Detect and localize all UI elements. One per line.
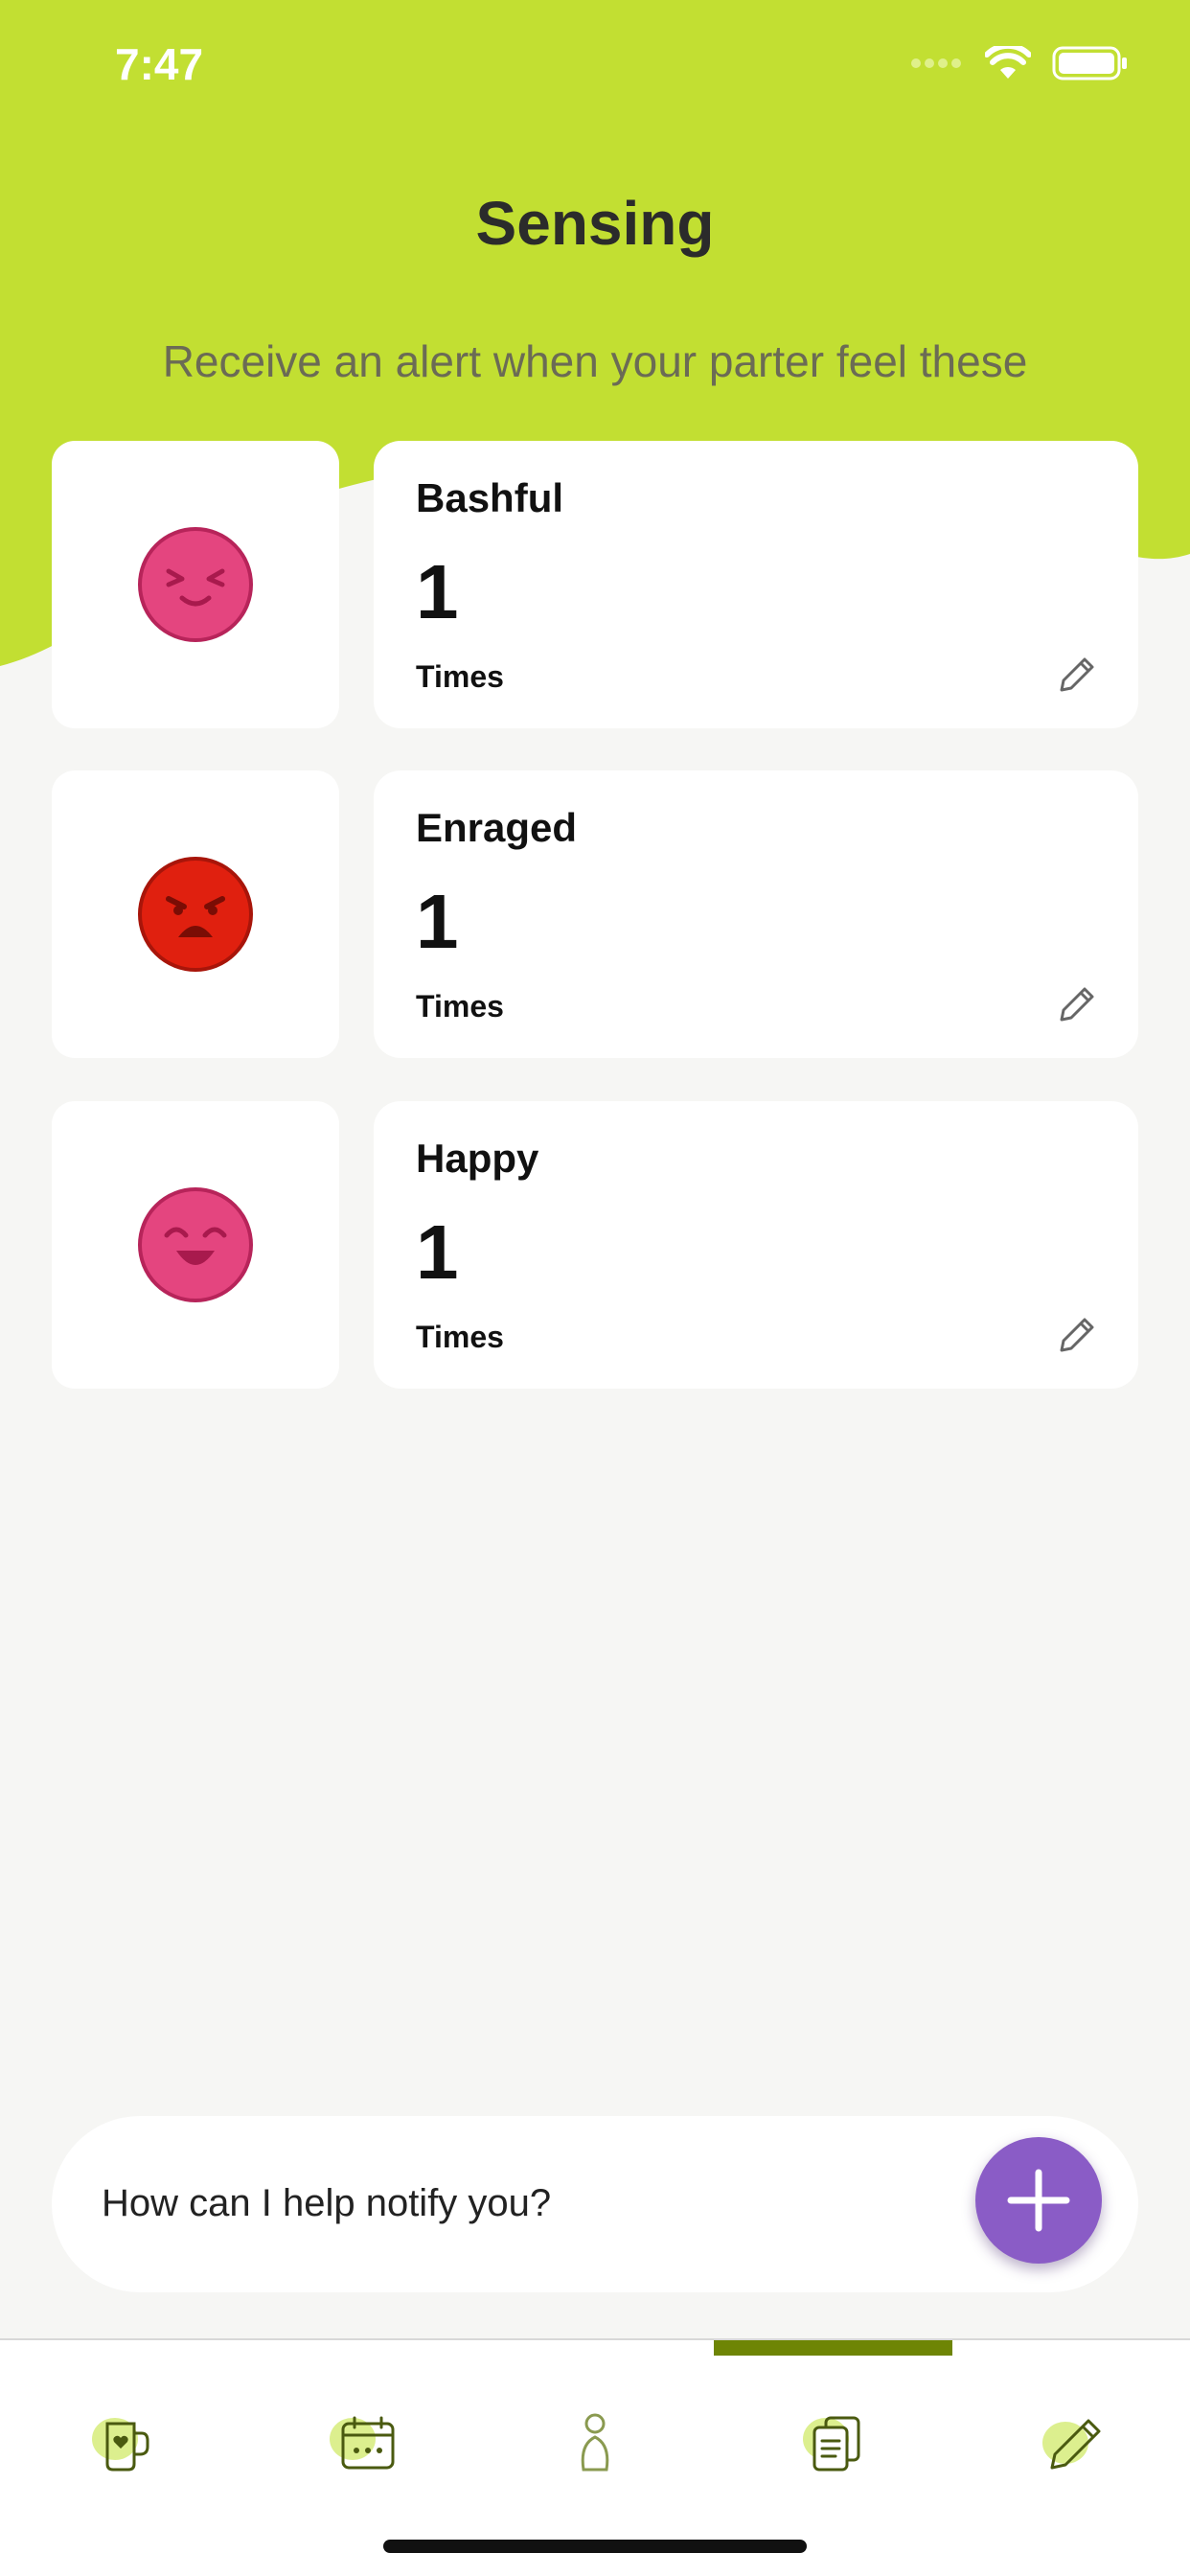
mood-info-card: Enraged 1 Times (374, 770, 1138, 1058)
page-subtitle: Receive an alert when your parter feel t… (162, 336, 1028, 386)
mood-name: Enraged (416, 805, 578, 850)
mood-row-happy: Happy 1 Times (52, 1101, 1138, 1389)
tab-documents[interactable] (778, 2386, 893, 2501)
mood-name: Bashful (416, 475, 564, 520)
mood-unit: Times (416, 659, 504, 694)
mood-info-card: Bashful 1 Times (374, 441, 1138, 728)
mood-icon-card (52, 441, 339, 728)
edit-icon[interactable] (1054, 1314, 1098, 1358)
battery-icon (1052, 46, 1127, 80)
bashful-face-icon (138, 527, 253, 642)
pencil-icon (1042, 2419, 1101, 2470)
mood-count: 1 (416, 549, 459, 634)
mood-name: Happy (416, 1136, 539, 1181)
edit-icon[interactable] (1054, 983, 1098, 1027)
mood-icon-card (52, 770, 339, 1058)
plus-icon (1007, 2169, 1070, 2232)
enraged-face-icon (138, 857, 253, 972)
status-time: 7:47 (115, 39, 204, 89)
home-indicator (383, 2540, 807, 2553)
mood-row-bashful: Bashful 1 Times (52, 441, 1138, 728)
tab-pencil[interactable] (1018, 2386, 1133, 2501)
calendar-icon (330, 2416, 395, 2470)
mood-info-card: Happy 1 Times (374, 1101, 1138, 1389)
tab-person[interactable] (538, 2386, 652, 2501)
mood-unit: Times (416, 989, 504, 1024)
mood-icon-card (52, 1101, 339, 1389)
mug-heart-icon (92, 2418, 149, 2472)
wifi-icon (985, 46, 1031, 79)
mood-unit: Times (416, 1320, 504, 1354)
active-tab-indicator (714, 2340, 952, 2356)
signal-icon (911, 58, 961, 68)
documents-icon (803, 2416, 860, 2472)
person-icon (581, 2413, 609, 2472)
happy-face-icon (138, 1187, 253, 1302)
page-title: Sensing (475, 189, 715, 258)
notify-chat-bar (52, 2116, 1138, 2292)
tab-mug[interactable] (67, 2386, 182, 2501)
mood-count: 1 (416, 1209, 459, 1295)
add-button[interactable] (975, 2137, 1102, 2264)
mood-row-enraged: Enraged 1 Times (52, 770, 1138, 1058)
mood-count: 1 (416, 879, 459, 964)
edit-icon[interactable] (1054, 654, 1098, 698)
status-icons (910, 46, 1129, 80)
tab-calendar[interactable] (307, 2386, 422, 2501)
notify-chat-input[interactable] (102, 2170, 964, 2237)
